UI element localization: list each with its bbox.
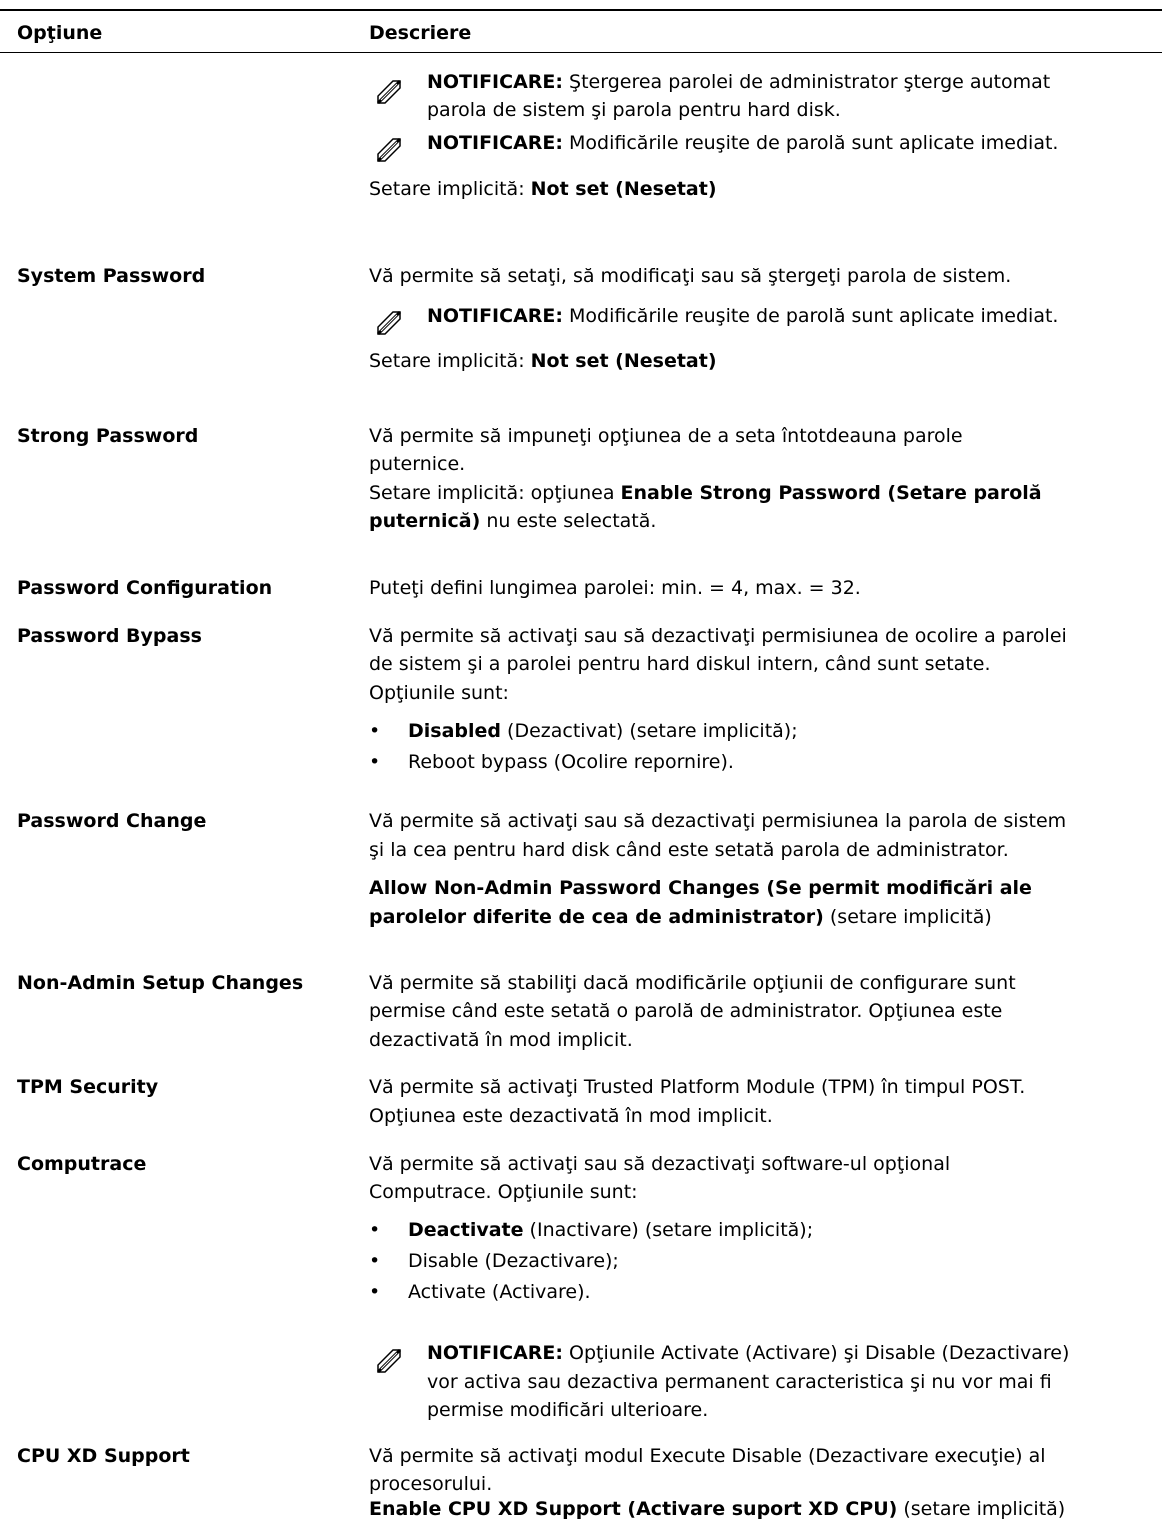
option-description: procesorului.: [369, 1473, 493, 1495]
default-value: Not set (Nesetat): [530, 178, 717, 200]
option-description: şi la cea pentru hard disk când este set…: [369, 839, 1009, 861]
default-value: parolelor diferite de cea de administrat…: [369, 906, 824, 928]
default-value: Enable CPU XD Support (Activare suport X…: [369, 1498, 898, 1520]
header-option: Opţiune: [17, 22, 103, 44]
option-description: Vă permite să stabiliţi dacă modificăril…: [369, 972, 1016, 994]
note-line: NOTIFICARE: Modificările reuşite de paro…: [427, 302, 1058, 330]
note-pencil-icon: [375, 136, 403, 164]
note-line: NOTIFICARE: Opţiunile Activate (Activare…: [427, 1339, 1069, 1367]
list-item: Disabled (Dezactivat) (setare implicită)…: [408, 717, 798, 745]
option-description: Vă permite să activaţi sau să dezactivaţ…: [369, 625, 1067, 647]
option-password-change: Password Change: [17, 810, 207, 832]
option-description: Opţiunile sunt:: [369, 682, 509, 704]
list-bullet: •: [369, 1281, 381, 1303]
list-item: Activate (Activare).: [408, 1281, 591, 1303]
note-line: NOTIFICARE: Ştergerea parolei de adminis…: [427, 68, 1050, 96]
default-suffix: (setare implicită): [823, 906, 992, 928]
option-description: puternice.: [369, 453, 466, 475]
header-description: Descriere: [369, 22, 472, 44]
option-description: Computrace. Opţiunile sunt:: [369, 1181, 638, 1203]
option-cpu-xd-support: CPU XD Support: [17, 1445, 190, 1467]
default-value: Enable Strong Password (Setare parolă: [620, 482, 1042, 504]
default-setting: puternică) nu este selectată.: [369, 507, 656, 535]
list-item: Disable (Dezactivare);: [408, 1250, 619, 1272]
note-text: Modificările reuşite de parolă sunt apli…: [563, 305, 1059, 327]
option-system-password: System Password: [17, 265, 206, 287]
option-description: permise când este setată o parolă de adm…: [369, 1000, 1003, 1022]
note-label: NOTIFICARE:: [427, 132, 563, 154]
default-value: Not set (Nesetat): [530, 350, 717, 372]
list-bullet: •: [369, 720, 381, 742]
option-description: Opţiunea este dezactivată în mod implici…: [369, 1105, 773, 1127]
option-description: Vă permite să activaţi modul Execute Dis…: [369, 1445, 1046, 1467]
default-suffix: (setare implicită): [897, 1498, 1066, 1520]
default-suffix: nu este selectată.: [480, 510, 657, 532]
default-setting: Setare implicită: Not set (Nesetat): [369, 175, 717, 203]
default-setting: Setare implicită: opţiunea Enable Strong…: [369, 479, 1042, 507]
option-password-configuration: Password Configuration: [17, 577, 273, 599]
list-item-text: (Dezactivat) (setare implicită);: [501, 720, 798, 742]
note-line: vor activa sau dezactiva permanent carac…: [427, 1371, 1052, 1393]
option-description: de sistem şi a parolei pentru hard disku…: [369, 653, 991, 675]
list-item-bold: Disabled: [408, 720, 502, 742]
note-label: NOTIFICARE:: [427, 305, 563, 327]
option-strong-password: Strong Password: [17, 425, 199, 447]
note-text: Modificările reuşite de parolă sunt apli…: [563, 132, 1059, 154]
option-description: Puteţi defini lungimea parolei: min. = 4…: [369, 577, 861, 599]
option-description: Vă permite să activaţi sau să dezactivaţ…: [369, 1153, 951, 1175]
list-item-text: (Inactivare) (setare implicită);: [523, 1219, 814, 1241]
option-tpm-security: TPM Security: [17, 1076, 159, 1098]
note-line: permise modificări ulterioare.: [427, 1399, 709, 1421]
default-label: Setare implicită:: [369, 350, 525, 372]
option-description: Vă permite să setaţi, să modificaţi sau …: [369, 265, 1012, 287]
note-line: NOTIFICARE: Modificările reuşite de paro…: [427, 129, 1058, 157]
list-bullet: •: [369, 1219, 381, 1241]
note-pencil-icon: [375, 78, 403, 106]
default-label: Setare implicită:: [369, 178, 525, 200]
list-item: Reboot bypass (Ocolire repornire).: [408, 751, 734, 773]
header-rule: [0, 52, 1162, 53]
list-bullet: •: [369, 751, 381, 773]
default-value: puternică): [369, 510, 481, 532]
note-text: Opţiunile Activate (Activare) şi Disable…: [563, 1342, 1070, 1364]
list-bullet: •: [369, 1250, 381, 1272]
option-password-bypass: Password Bypass: [17, 625, 202, 647]
default-value: Allow Non-Admin Password Changes (Se per…: [369, 877, 1032, 899]
note-pencil-icon: [375, 309, 403, 337]
option-computrace: Computrace: [17, 1153, 147, 1175]
note-text: Ştergerea parolei de administrator şterg…: [563, 71, 1051, 93]
option-non-admin-setup-changes: Non-Admin Setup Changes: [17, 972, 304, 994]
top-rule: [0, 9, 1162, 11]
note-label: NOTIFICARE:: [427, 71, 563, 93]
option-description: Vă permite să activaţi sau să dezactivaţ…: [369, 810, 1067, 832]
option-description: Vă permite să activaţi Trusted Platform …: [369, 1076, 1026, 1098]
option-description: dezactivată în mod implicit.: [369, 1029, 633, 1051]
default-setting: Enable CPU XD Support (Activare suport X…: [369, 1495, 1065, 1523]
note-label: NOTIFICARE:: [427, 1342, 563, 1364]
option-description: Vă permite să impuneţi opţiunea de a set…: [369, 425, 963, 447]
note-line: parola de sistem şi parola pentru hard d…: [427, 99, 841, 121]
default-setting: Setare implicită: Not set (Nesetat): [369, 347, 717, 375]
note-pencil-icon: [375, 1347, 403, 1375]
list-item: Deactivate (Inactivare) (setare implicit…: [408, 1216, 813, 1244]
default-prefix: Setare implicită: opţiunea: [369, 482, 621, 504]
list-item-bold: Deactivate: [408, 1219, 524, 1241]
default-setting: parolelor diferite de cea de administrat…: [369, 903, 992, 931]
